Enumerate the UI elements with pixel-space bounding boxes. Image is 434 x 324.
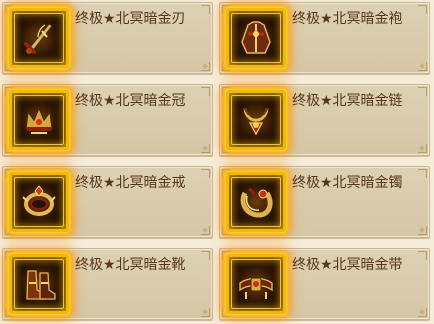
belt-icon [239, 277, 273, 299]
necklace-icon [243, 107, 269, 136]
blade-icon [24, 23, 53, 54]
item-name: 终极★北冥暗金袍 [292, 11, 403, 27]
item-card-blade[interactable]: 终极★北冥暗金刃 [2, 2, 213, 74]
item-grid: 终极★北冥暗金刃 终极★北冥暗金袍 终极★北冥暗金冠 终极★北冥暗金链 终极★北… [0, 0, 434, 324]
robe-icon [241, 21, 271, 54]
item-slot[interactable] [226, 8, 286, 68]
item-slot[interactable] [226, 172, 286, 232]
item-name: 终极★北冥暗金冠 [75, 93, 186, 109]
item-slot[interactable] [9, 90, 69, 150]
item-card-ring[interactable]: 终极★北冥暗金戒 [2, 166, 213, 238]
item-name: 终极★北冥暗金戒 [75, 175, 186, 191]
item-name: 终极★北冥暗金镯 [292, 175, 403, 191]
item-slot[interactable] [9, 8, 69, 68]
item-card-boots[interactable]: 终极★北冥暗金靴 [2, 248, 213, 320]
item-slot[interactable] [9, 172, 69, 232]
boots-icon [26, 270, 56, 300]
item-card-belt[interactable]: 终极★北冥暗金带 [219, 248, 430, 320]
ring-icon [22, 185, 56, 216]
item-slot[interactable] [9, 254, 69, 314]
item-name: 终极★北冥暗金靴 [75, 257, 186, 273]
item-slot[interactable] [226, 254, 286, 314]
item-card-crown[interactable]: 终极★北冥暗金冠 [2, 84, 213, 156]
item-slot[interactable] [226, 90, 286, 150]
item-name: 终极★北冥暗金刃 [75, 11, 186, 27]
bracelet-icon [240, 187, 273, 218]
item-card-bracelet[interactable]: 终极★北冥暗金镯 [219, 166, 430, 238]
item-name: 终极★北冥暗金链 [292, 93, 403, 109]
item-card-necklace[interactable]: 终极★北冥暗金链 [219, 84, 430, 156]
crown-icon [25, 106, 53, 134]
item-card-robe[interactable]: 终极★北冥暗金袍 [219, 2, 430, 74]
item-name: 终极★北冥暗金带 [292, 257, 403, 273]
